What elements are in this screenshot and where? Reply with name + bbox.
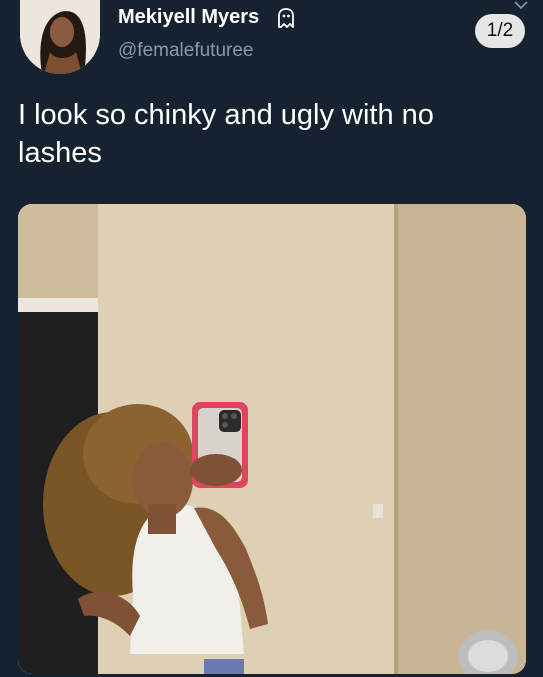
ghost-icon <box>278 8 294 28</box>
tweet-text: I look so chinky and ugly with no lashes <box>18 99 434 169</box>
chevron-down-icon[interactable] <box>513 0 529 10</box>
tweet-screen: Mekiyell Myers @femalefuturee 1/2 I look… <box>0 0 543 677</box>
user-handle[interactable]: @femalefuturee <box>118 40 253 62</box>
mirror-selfie-image <box>18 204 526 674</box>
avatar-image <box>20 0 100 74</box>
tweet-media-photo[interactable] <box>18 204 526 674</box>
display-name[interactable]: Mekiyell Myers <box>118 6 259 29</box>
avatar[interactable] <box>20 0 100 74</box>
media-counter-badge: 1/2 <box>475 14 525 48</box>
